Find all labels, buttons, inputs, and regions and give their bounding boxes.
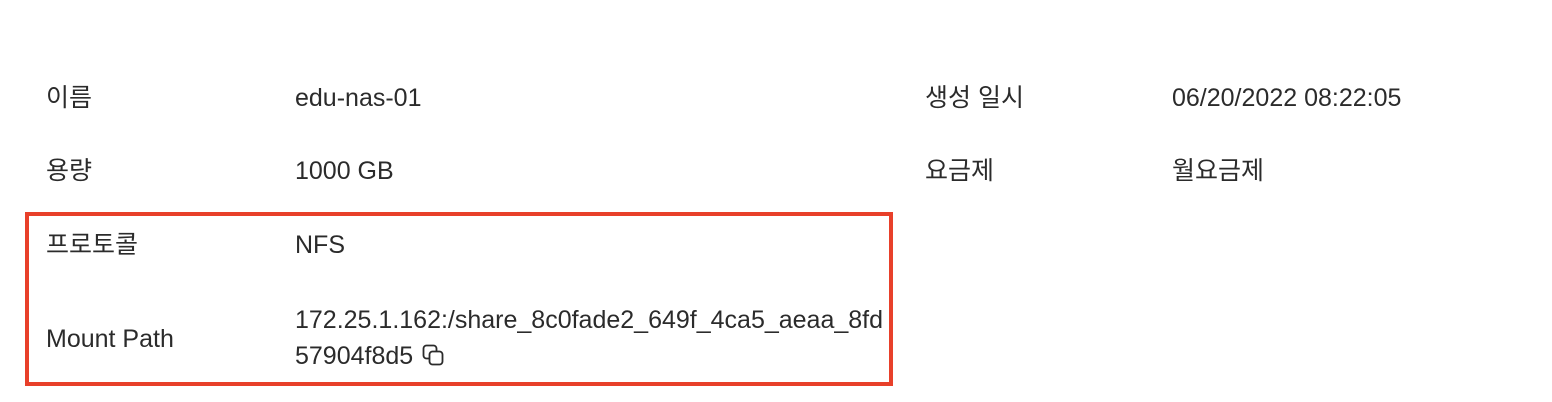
mount-path-value: 172.25.1.162:/share_8c0fade2_649f_4ca5_a… xyxy=(295,306,884,370)
copy-icon[interactable] xyxy=(421,341,445,366)
nas-detail-panel: 이름 edu-nas-01 생성 일시 06/20/2022 08:22:05 … xyxy=(0,0,1552,402)
protocol-label: 프로토콜 xyxy=(46,231,139,259)
capacity-value: 1000 GB xyxy=(295,157,394,185)
name-label: 이름 xyxy=(46,84,93,112)
billing-value: 월요금제 xyxy=(1172,157,1265,185)
name-value: edu-nas-01 xyxy=(295,84,422,112)
capacity-label: 용량 xyxy=(46,157,93,185)
protocol-value: NFS xyxy=(295,231,345,259)
mount-path-value-container: 172.25.1.162:/share_8c0fade2_649f_4ca5_a… xyxy=(295,302,885,374)
billing-label: 요금제 xyxy=(925,157,995,185)
created-value: 06/20/2022 08:22:05 xyxy=(1172,84,1402,112)
mount-path-label: Mount Path xyxy=(46,325,174,353)
created-label: 생성 일시 xyxy=(925,84,1024,112)
